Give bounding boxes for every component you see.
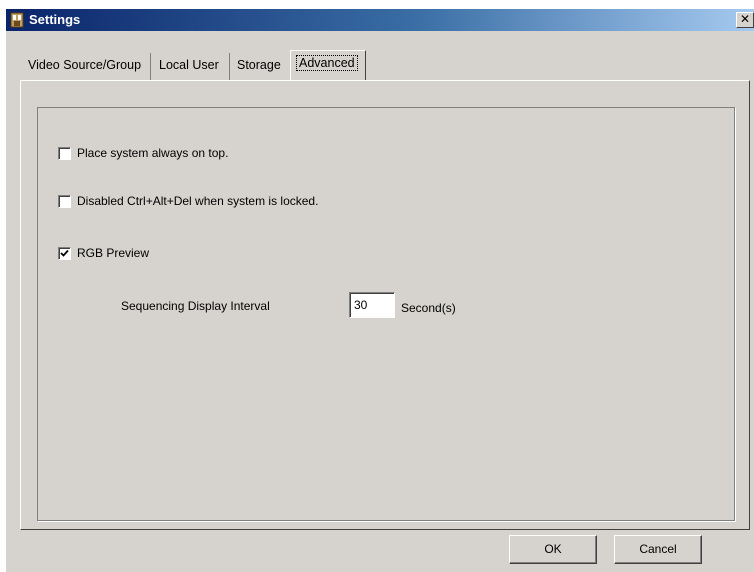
tab-label: Storage — [237, 58, 281, 72]
sequencing-interval-label-row: Sequencing Display Interval — [121, 299, 270, 313]
tab-label: Local User — [159, 58, 219, 72]
ok-button[interactable]: OK — [509, 535, 597, 564]
always-on-top-option[interactable]: Place system always on top. — [58, 146, 228, 160]
disable-ctrl-alt-del-option[interactable]: Disabled Ctrl+Alt+Del when system is loc… — [58, 194, 318, 208]
advanced-tab-panel: Place system always on top. Disabled Ctr… — [20, 80, 750, 530]
rgb-preview-label: RGB Preview — [77, 246, 150, 260]
cancel-button[interactable]: Cancel — [614, 535, 702, 564]
checkmark-icon — [60, 249, 69, 257]
window-title: Settings — [29, 12, 81, 27]
sequencing-interval-input[interactable] — [349, 292, 395, 318]
disable-ctrl-alt-del-checkbox[interactable] — [58, 194, 71, 208]
tab-storage[interactable]: Storage — [232, 53, 290, 80]
sequencing-unit-row: Second(s) — [401, 301, 456, 315]
tab-local-user[interactable]: Local User — [154, 53, 230, 80]
always-on-top-label: Place system always on top. — [77, 146, 229, 160]
rgb-preview-option[interactable]: RGB Preview — [58, 246, 149, 260]
settings-app-icon — [9, 12, 25, 28]
sequencing-unit-label: Second(s) — [401, 301, 456, 315]
advanced-settings-group: Place system always on top. Disabled Ctr… — [37, 107, 735, 521]
sequencing-interval-label: Sequencing Display Interval — [121, 299, 270, 313]
title-bar[interactable]: Settings ✕ — [6, 9, 754, 31]
settings-dialog: Settings ✕ Video Source/Group Local User… — [6, 9, 754, 572]
always-on-top-checkbox[interactable] — [58, 146, 71, 160]
tab-label: Video Source/Group — [28, 58, 142, 72]
tab-advanced[interactable]: Advanced — [290, 50, 366, 80]
disable-ctrl-alt-del-label: Disabled Ctrl+Alt+Del when system is loc… — [77, 194, 319, 208]
close-icon[interactable]: ✕ — [736, 12, 754, 28]
rgb-preview-checkbox[interactable] — [58, 246, 71, 260]
tab-label: Advanced — [296, 55, 358, 71]
tab-video-source-group[interactable]: Video Source/Group — [23, 53, 151, 80]
